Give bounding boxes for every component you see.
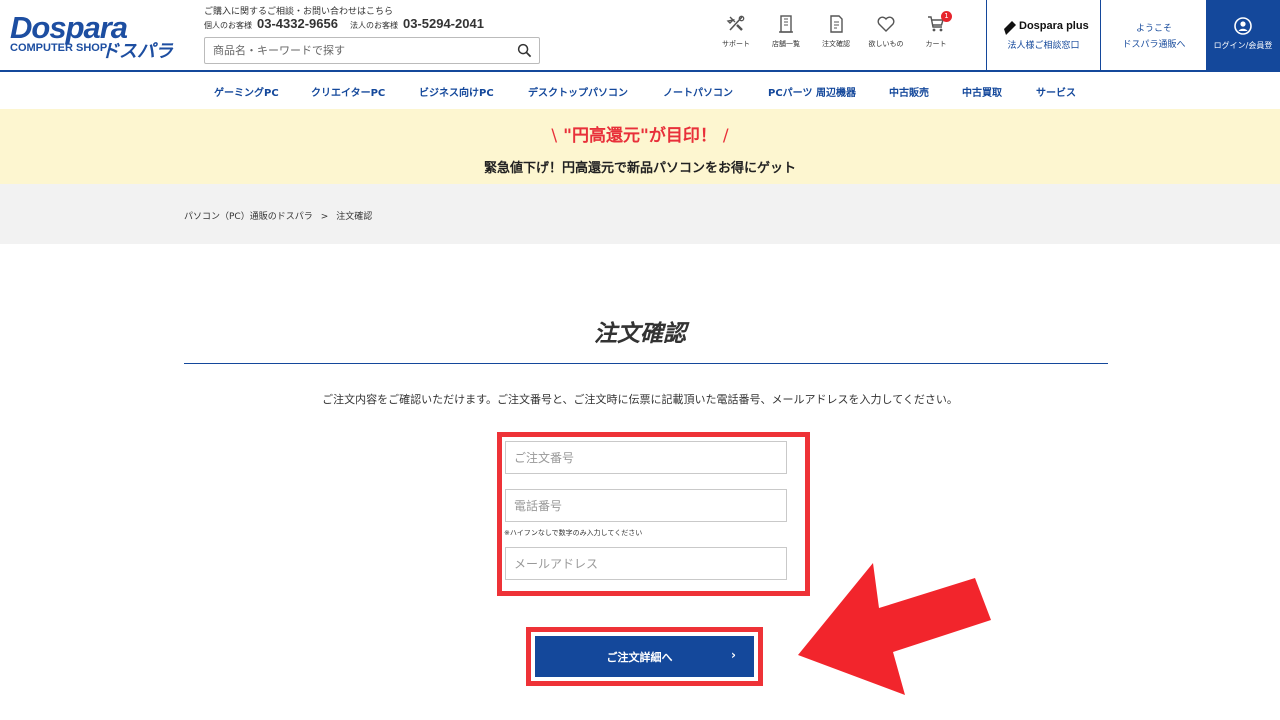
support-label: サポート [722,40,750,48]
welcome-line2: ドスパラ通販へ [1122,40,1186,50]
cart-link[interactable]: 1 カート [910,11,962,54]
banner-slash-right: / [722,126,729,146]
wishlist-link[interactable]: 欲しいもの [860,14,912,54]
plus-subtitle: 法人様ご相談窓口 [1007,41,1080,51]
promo-banner[interactable]: \ "円高還元"が目印！ / 緊急値下げ！円高還元で新品パソコンをお得にゲット [0,109,1280,184]
breadcrumb-separator: > [320,212,329,222]
dospara-plus-link[interactable]: Dospara plus 法人様ご相談窓口 [986,0,1101,70]
order-check-link[interactable]: 注文確認 [810,14,862,54]
nav-item-business-pc[interactable]: ビジネス向けPC [419,84,494,99]
nav-item-notebook[interactable]: ノートパソコン [663,84,733,99]
form-highlight-box [497,432,810,596]
building-icon [779,15,793,33]
pen-icon [1004,21,1016,35]
breadcrumb-bar: パソコン（PC）通販のドスパラ > 注文確認 [0,184,1280,244]
stores-link[interactable]: 店舗一覧 [760,14,812,54]
dospara-logo[interactable]: Dospara COMPUTER SHOP ドスパラ [8,12,184,63]
nav-item-parts[interactable]: PCパーツ 周辺機器 [768,84,856,99]
logo-kana: ドスパラ [101,41,173,62]
page-title: 注文確認 [594,321,686,347]
corporate-label: 法人のお客様 [349,21,398,30]
order-check-label: 注文確認 [822,40,850,48]
banner-headline-row: \ "円高還元"が目印！ / [0,121,1280,146]
corporate-phone[interactable]: 03-5294-2041 [403,16,484,31]
instruction-text: ご注文内容をご確認いただけます。ご注文番号と、ご注文時に伝票に記載頂いた電話番号… [322,393,958,406]
individual-phone[interactable]: 03-4332-9656 [257,16,338,31]
title-divider [184,363,1108,364]
banner-headline: "円高還元"が目印！ [563,126,717,146]
login-label: ログイン/会員登 [1213,41,1273,50]
support-link[interactable]: サポート [710,14,762,54]
document-icon [830,15,843,33]
button-highlight-box [526,627,763,686]
breadcrumb-current: 注文確認 [336,212,373,222]
site-header: Dospara COMPUTER SHOP ドスパラ ご購入に関するご相談・お問… [0,0,1280,72]
plus-title: Dospara plus [1019,20,1089,32]
cart-count-badge: 1 [941,11,952,22]
cart-label: カート [925,40,947,48]
wishlist-label: 欲しいもの [868,40,904,48]
nav-item-gaming-pc[interactable]: ゲーミングPC [214,84,279,99]
phone-numbers: 個人のお客様 03-4332-9656 法人のお客様 03-5294-2041 [204,16,496,31]
user-icon [1234,17,1252,35]
page: Dospara COMPUTER SHOP ドスパラ ご購入に関するご相談・お問… [0,0,1280,720]
welcome-line1: ようこそ [1135,24,1172,34]
breadcrumb-home[interactable]: パソコン（PC）通販のドスパラ [184,212,313,222]
nav-item-services[interactable]: サービス [1036,84,1076,99]
banner-subline: 緊急値下げ！円高還元で新品パソコンをお得にゲット [483,161,796,176]
banner-slash-left: \ [551,126,558,146]
search-input[interactable] [205,38,505,63]
nav-item-creator-pc[interactable]: クリエイターPC [311,84,385,99]
welcome-link[interactable]: ようこそ ドスパラ通販へ [1102,0,1206,70]
nav-item-used-sales[interactable]: 中古販売 [889,84,929,99]
logo-subtitle: COMPUTER SHOP [10,42,108,54]
heart-icon [877,16,895,32]
individual-label: 個人のお客様 [204,21,252,30]
breadcrumb: パソコン（PC）通販のドスパラ > 注文確認 [184,209,372,222]
search-box [204,37,540,64]
login-button[interactable]: ログイン/会員登 [1206,0,1280,72]
main-nav: ゲーミングPC クリエイターPC ビジネス向けPC デスクトップパソコン ノート… [0,72,1280,109]
nav-item-used-buy[interactable]: 中古買取 [962,84,1002,99]
search-icon[interactable] [517,43,532,58]
nav-item-desktop[interactable]: デスクトップパソコン [528,84,628,99]
stores-label: 店舗一覧 [772,40,800,48]
pointer-arrow-icon [798,563,991,695]
tools-icon [726,15,745,31]
